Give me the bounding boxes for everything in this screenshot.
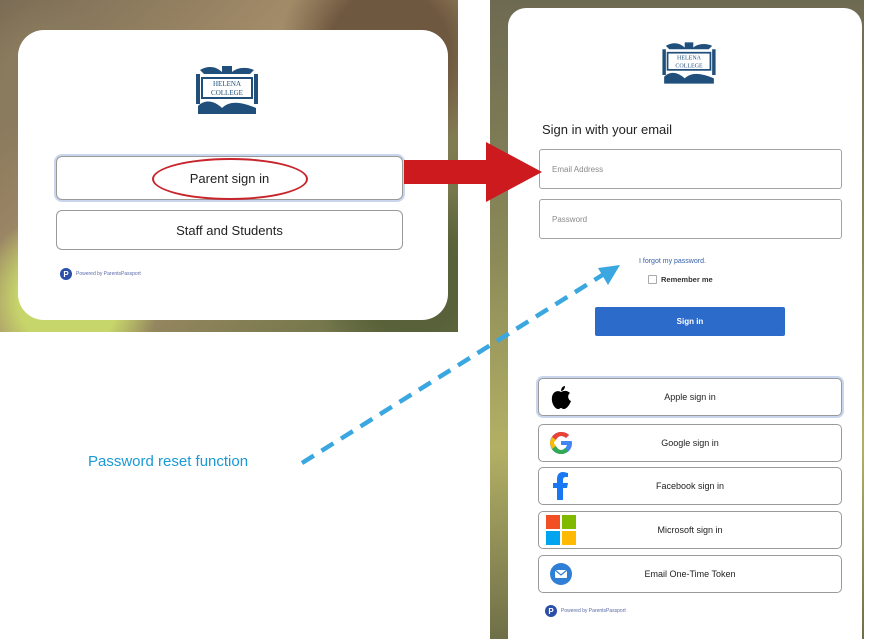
remember-me-option[interactable]: Remember me bbox=[648, 275, 713, 284]
sign-in-heading: Sign in with your email bbox=[542, 122, 673, 137]
google-sign-in-button[interactable]: Google sign in bbox=[538, 424, 842, 462]
remember-me-label: Remember me bbox=[661, 275, 713, 284]
apple-sign-in-button[interactable]: Apple sign in bbox=[538, 378, 842, 416]
google-icon bbox=[543, 428, 579, 458]
email-field[interactable]: Email Address bbox=[539, 149, 842, 189]
microsoft-icon bbox=[543, 515, 579, 545]
facebook-icon bbox=[543, 471, 579, 501]
powered-by-text-right: Powered by ParentsPassport bbox=[561, 608, 626, 614]
email-placeholder: Email Address bbox=[552, 164, 604, 174]
logo-text-line2: COLLEGE bbox=[211, 89, 243, 97]
sign-in-button[interactable]: Sign in bbox=[595, 307, 785, 336]
email-one-time-token-label: Email One-Time Token bbox=[644, 569, 736, 579]
logo-text-line1: HELENA bbox=[213, 80, 241, 88]
microsoft-sign-in-button[interactable]: Microsoft sign in bbox=[538, 511, 842, 549]
staff-and-students-label: Staff and Students bbox=[176, 222, 283, 238]
logo-right-text-line2: COLLEGE bbox=[675, 63, 703, 69]
apple-icon bbox=[543, 382, 579, 412]
google-sign-in-label: Google sign in bbox=[661, 438, 719, 448]
parentspassport-icon: P bbox=[60, 268, 72, 280]
parentspassport-icon-right: P bbox=[545, 605, 557, 617]
apple-sign-in-label: Apple sign in bbox=[664, 392, 716, 402]
school-logo-right: HELENA COLLEGE bbox=[659, 38, 729, 94]
password-reset-callout: Password reset function bbox=[88, 453, 249, 470]
facebook-sign-in-button[interactable]: Facebook sign in bbox=[538, 467, 842, 505]
remember-me-checkbox[interactable] bbox=[648, 275, 657, 284]
email-one-time-token-button[interactable]: Email One-Time Token bbox=[538, 555, 842, 593]
forgot-password-link[interactable]: I forgot my password. bbox=[639, 258, 706, 265]
logo-right-text-line1: HELENA bbox=[677, 56, 702, 62]
highlight-circle bbox=[152, 158, 308, 200]
facebook-sign-in-label: Facebook sign in bbox=[655, 481, 725, 491]
powered-by-text: Powered by ParentsPassport bbox=[76, 271, 141, 277]
staff-and-students-button[interactable]: Staff and Students bbox=[56, 210, 403, 250]
powered-by-footer-right[interactable]: P Powered by ParentsPassport bbox=[545, 605, 626, 617]
sign-in-label: Sign in bbox=[676, 317, 704, 326]
powered-by-footer[interactable]: P Powered by ParentsPassport bbox=[60, 268, 141, 280]
microsoft-sign-in-label: Microsoft sign in bbox=[657, 525, 723, 535]
password-field[interactable]: Password bbox=[539, 199, 842, 239]
email-icon bbox=[543, 559, 579, 589]
password-placeholder: Password bbox=[552, 214, 588, 224]
school-logo: HELENA COLLEGE bbox=[192, 62, 262, 118]
